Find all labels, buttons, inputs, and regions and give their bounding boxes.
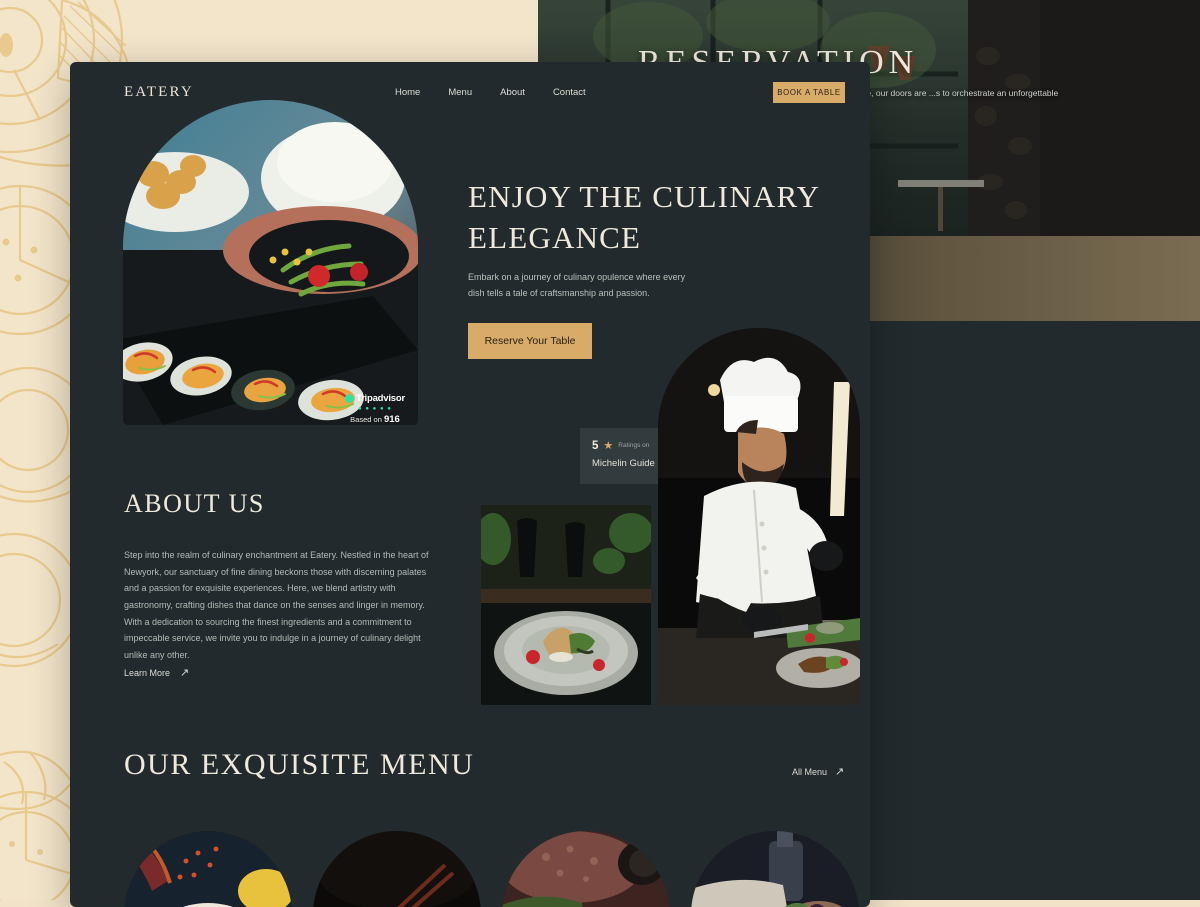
hero-food-platter-photo: Tripadvisor ● ● ● ● ● Based on 916 revie… xyxy=(123,100,418,425)
michelin-rating-value: 5 xyxy=(592,440,598,452)
all-menu-label: All Menu xyxy=(792,767,827,777)
learn-more-link[interactable]: Learn More ↗ xyxy=(124,666,189,679)
tripadvisor-badge: Tripadvisor ● ● ● ● ● Based on 916 revie… xyxy=(333,393,417,425)
main-landing-page-window[interactable]: EATERY Home Menu About Contact BOOK A TA… xyxy=(70,62,870,907)
learn-more-label: Learn More xyxy=(124,668,170,678)
menu-item-card[interactable] xyxy=(313,831,481,907)
star-icon: ★ xyxy=(603,439,613,452)
tripadvisor-owl-icon xyxy=(345,394,354,403)
menu-item-card[interactable] xyxy=(124,831,292,907)
nav-item-about[interactable]: About xyxy=(500,87,525,98)
nav-item-contact[interactable]: Contact xyxy=(553,87,586,98)
tripadvisor-review-line: Based on 916 reviews xyxy=(333,414,417,425)
nav-item-menu[interactable]: Menu xyxy=(448,87,472,98)
chef-plating-photo xyxy=(658,328,860,705)
main-navigation: Home Menu About Contact xyxy=(395,87,586,98)
arrow-up-right-icon: ↗ xyxy=(835,765,844,778)
ratings-on-label: Ratings on xyxy=(618,442,649,449)
all-menu-link[interactable]: All Menu ↗ xyxy=(792,765,844,778)
plated-dish-photo xyxy=(481,505,651,705)
menu-item-card[interactable] xyxy=(691,831,859,907)
hero-title: ENJOY THE CULINARY ELEGANCE xyxy=(468,177,848,259)
reserve-your-table-button[interactable]: Reserve Your Table xyxy=(468,323,592,359)
brand-logo[interactable]: EATERY xyxy=(124,84,194,101)
nav-item-home[interactable]: Home xyxy=(395,87,420,98)
about-section-body: Step into the realm of culinary enchantm… xyxy=(124,547,429,663)
hero-subtitle: Embark on a journey of culinary opulence… xyxy=(468,270,693,302)
menu-item-card[interactable] xyxy=(502,831,670,907)
tripadvisor-brand: Tripadvisor xyxy=(333,393,417,404)
tripadvisor-brand-label: Tripadvisor xyxy=(356,393,405,404)
about-section-title: ABOUT US xyxy=(124,489,265,519)
menu-section-title: OUR EXQUISITE MENU xyxy=(124,748,474,782)
based-on-label: Based on xyxy=(350,415,382,424)
book-a-table-button[interactable]: BOOK A TABLE xyxy=(773,82,845,103)
tripadvisor-rating-dots: ● ● ● ● ● xyxy=(333,406,417,412)
arrow-up-right-icon: ↗ xyxy=(180,666,189,679)
